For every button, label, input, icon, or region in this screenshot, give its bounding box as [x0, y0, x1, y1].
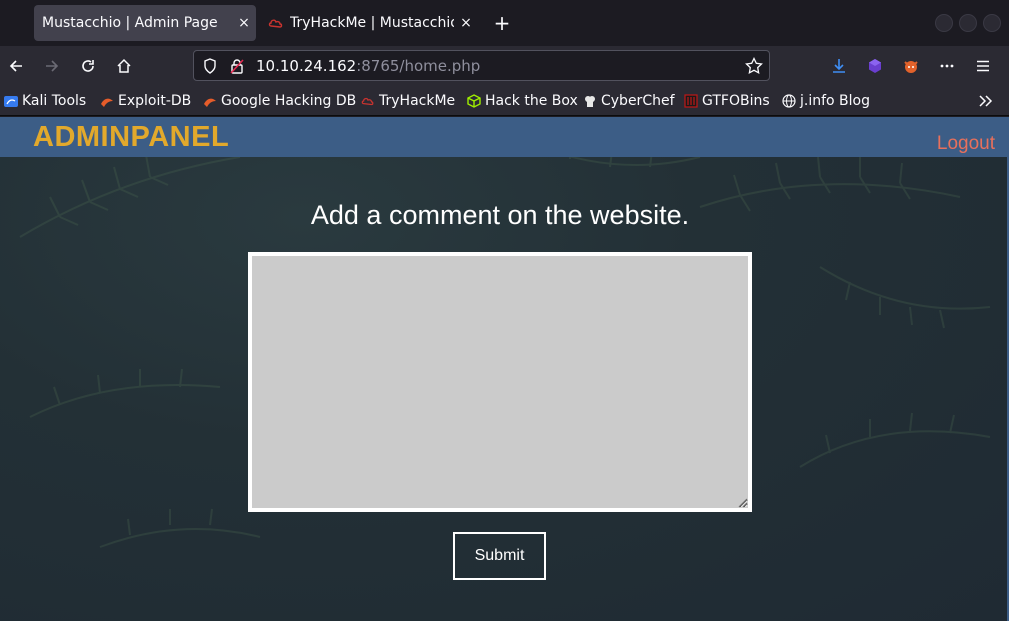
resize-grip-icon[interactable]: [736, 496, 748, 508]
double-chevron-right-icon: [979, 95, 993, 107]
gtfobins-icon: [684, 94, 698, 108]
forward-button[interactable]: [38, 53, 66, 79]
tab-strip: Mustacchio | Admin Page × TryHackMe | Mu…: [0, 0, 1009, 46]
bookmark-exploit-db[interactable]: Exploit-DB: [100, 92, 191, 110]
page-content: ADMINPANEL Logout Add a comment on the w…: [0, 117, 1009, 621]
window-close-button[interactable]: [983, 14, 1001, 32]
tryhackme-icon: [361, 94, 375, 108]
url-bar[interactable]: 10.10.24.162:8765/home.php: [193, 50, 770, 81]
logout-link[interactable]: Logout: [937, 133, 995, 155]
bookmark-label: Hack the Box: [485, 93, 578, 109]
comment-textarea[interactable]: [248, 252, 752, 512]
more-dots-icon: [940, 64, 954, 68]
browser-window: Mustacchio | Admin Page × TryHackMe | Mu…: [0, 0, 1009, 621]
brand-title[interactable]: ADMINPANEL: [33, 121, 229, 154]
tab-close-icon[interactable]: ×: [232, 15, 256, 31]
tab-admin-page[interactable]: Mustacchio | Admin Page ×: [34, 5, 256, 41]
bookmark-tryhackme[interactable]: TryHackMe: [361, 92, 455, 110]
maximize-button[interactable]: [959, 14, 977, 32]
bookmark-label: Exploit-DB: [118, 93, 192, 109]
tab-title: Mustacchio | Admin Page: [42, 15, 218, 31]
bookmark-label: TryHackMe: [379, 93, 456, 109]
tryhackme-favicon-icon: [268, 15, 284, 31]
hamburger-menu-icon: [977, 60, 989, 72]
bookmarks-overflow-button[interactable]: [978, 92, 994, 110]
submit-button[interactable]: Submit: [453, 532, 546, 580]
bookmark-google-hacking-db[interactable]: Google Hacking DB: [203, 92, 356, 110]
home-icon: [117, 58, 131, 73]
bookmarks-toolbar: Kali Tools Exploit-DB Google Hacking DB …: [0, 86, 1009, 116]
reload-icon: [82, 60, 94, 72]
tab-tryhackme[interactable]: TryHackMe | Mustacchio ×: [262, 5, 478, 41]
download-icon: [833, 59, 845, 73]
back-button[interactable]: [2, 53, 30, 79]
new-tab-button[interactable]: +: [490, 10, 514, 36]
bookmark-cyberchef[interactable]: CyberChef: [583, 92, 675, 110]
bookmark-label: Google Hacking DB: [221, 93, 357, 109]
home-button[interactable]: [110, 53, 138, 79]
tab-close-icon[interactable]: ×: [454, 15, 478, 31]
url-text[interactable]: 10.10.24.162:8765/home.php: [256, 57, 480, 75]
reload-button[interactable]: [74, 53, 102, 79]
downloads-button[interactable]: [825, 53, 853, 79]
kali-icon: [4, 94, 18, 108]
forward-arrow-icon: [46, 60, 59, 72]
cube-extension-icon: [869, 59, 881, 73]
url-path: :8765/home.php: [356, 57, 481, 75]
bookmark-label: CyberChef: [601, 93, 675, 109]
bookmark-label: GTFOBins: [702, 93, 770, 109]
bookmark-hack-the-box[interactable]: Hack the Box: [467, 92, 578, 110]
globe-icon: [782, 94, 796, 108]
minimize-button[interactable]: [935, 14, 953, 32]
extensions-overflow-button[interactable]: [933, 53, 961, 79]
bookmark-gtfobins[interactable]: GTFOBins: [684, 92, 770, 110]
bookmark-label: j.info Blog: [800, 93, 870, 109]
insecure-lock-icon[interactable]: [228, 57, 246, 75]
bookmark-j-info-blog[interactable]: j.info Blog: [782, 92, 870, 110]
exploit-db-icon: [100, 94, 114, 108]
foxyproxy-icon: [904, 61, 918, 73]
bookmark-star-icon[interactable]: [745, 57, 763, 75]
comment-heading: Add a comment on the website.: [310, 200, 690, 230]
cyberchef-icon: [583, 94, 597, 108]
extension-button-cube[interactable]: [861, 53, 889, 79]
back-arrow-icon: [9, 60, 22, 72]
shield-icon[interactable]: [201, 57, 219, 75]
tab-title: TryHackMe | Mustacchio: [290, 15, 454, 31]
nav-toolbar: 10.10.24.162:8765/home.php: [0, 46, 1009, 86]
url-host: 10.10.24.162: [256, 57, 357, 75]
menu-button[interactable]: [969, 53, 997, 79]
htb-icon: [467, 94, 481, 108]
extension-button-fox[interactable]: [897, 53, 925, 79]
bookmark-kali-tools[interactable]: Kali Tools: [4, 92, 86, 110]
ghdb-icon: [203, 94, 217, 108]
admin-navbar: ADMINPANEL Logout: [0, 117, 1007, 157]
bookmark-label: Kali Tools: [22, 93, 87, 109]
